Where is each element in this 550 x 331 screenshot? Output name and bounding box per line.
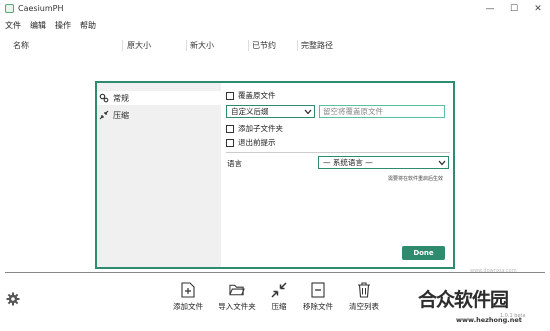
settings-general-panel: 覆盖原文件 自定义后缀 留空将覆盖原文件 添加子文件夹 退出前提示 语言 — 系… <box>226 87 452 263</box>
window-controls: — ☐ ✕ <box>478 0 550 17</box>
sidebar-item-label: 常规 <box>113 93 129 103</box>
divider <box>226 152 450 153</box>
col-separator <box>122 40 123 51</box>
suffix-select-value: 自定义后缀 <box>231 107 269 116</box>
subfolders-option[interactable]: 添加子文件夹 <box>226 123 283 134</box>
subfolders-checkbox[interactable] <box>226 124 234 133</box>
suffix-select[interactable]: 自定义后缀 <box>226 105 315 118</box>
maximize-button[interactable]: ☐ <box>502 0 526 17</box>
clear-list-button[interactable]: 清空列表 <box>344 281 384 312</box>
trash-icon <box>356 281 372 299</box>
overwrite-option[interactable]: 覆盖原文件 <box>226 90 276 101</box>
title-bar: CaesiumPH — ☐ ✕ <box>0 0 550 17</box>
menu-help[interactable]: 帮助 <box>80 20 96 31</box>
col-full-path[interactable]: 完整路径 <box>301 40 333 51</box>
language-select-value: — 系统语言 — <box>323 158 373 167</box>
version-label: 1.0.1 beta <box>500 313 526 319</box>
settings-sidebar: 常规 压缩 <box>97 83 221 267</box>
col-name[interactable]: 名称 <box>13 40 29 51</box>
gears-icon <box>99 93 109 103</box>
file-list-header: 名称 原大小 新大小 已节约 完整路径 <box>0 38 550 54</box>
overwrite-checkbox[interactable] <box>226 91 234 100</box>
language-note: 需要将在软件重启后生效 <box>388 176 444 182</box>
import-folder-label: 导入文件夹 <box>218 302 256 311</box>
col-separator <box>297 40 298 51</box>
menu-file[interactable]: 文件 <box>5 20 21 31</box>
suffix-input[interactable]: 留空将覆盖原文件 <box>319 105 445 118</box>
overwrite-label: 覆盖原文件 <box>238 91 276 100</box>
subfolders-label: 添加子文件夹 <box>238 124 283 133</box>
watermark-logo: 合众软件园 <box>418 289 509 311</box>
add-file-label: 添加文件 <box>173 302 203 311</box>
import-folder-icon <box>229 281 245 299</box>
sidebar-item-compress[interactable]: 压缩 <box>97 108 221 122</box>
menu-bar: 文件 编辑 操作 帮助 <box>0 18 100 32</box>
language-select[interactable]: — 系统语言 — <box>318 156 449 169</box>
import-folder-button[interactable]: 导入文件夹 <box>217 281 257 312</box>
add-file-button[interactable]: 添加文件 <box>168 281 208 312</box>
remove-file-label: 移除文件 <box>303 302 333 311</box>
compress-button[interactable]: 压缩 <box>259 281 299 312</box>
settings-gear-icon[interactable] <box>6 292 20 306</box>
col-original-size[interactable]: 原大小 <box>127 40 151 51</box>
compress-label: 压缩 <box>271 302 287 311</box>
col-separator <box>186 40 187 51</box>
compress-icon <box>271 281 287 299</box>
done-button[interactable]: Done <box>402 246 445 260</box>
exit-prompt-checkbox[interactable] <box>226 138 234 147</box>
window-title: CaesiumPH <box>18 4 64 13</box>
chevron-down-icon <box>302 109 314 115</box>
menu-action[interactable]: 操作 <box>55 20 71 31</box>
watermark-faint-url: www.downxia.com <box>470 268 517 274</box>
col-saved[interactable]: 已节约 <box>252 40 276 51</box>
close-button[interactable]: ✕ <box>526 0 550 17</box>
exit-prompt-label: 退出前提示 <box>238 138 276 147</box>
watermark: 合众软件园 www.hezhong.net <box>418 282 548 328</box>
minimize-button[interactable]: — <box>478 0 502 17</box>
app-icon <box>5 4 14 13</box>
menu-edit[interactable]: 编辑 <box>30 20 46 31</box>
bottom-divider <box>5 272 545 273</box>
clear-list-label: 清空列表 <box>349 302 379 311</box>
sidebar-item-general[interactable]: 常规 <box>97 91 221 105</box>
col-separator <box>248 40 249 51</box>
language-label: 语言 <box>227 159 242 168</box>
remove-file-icon <box>310 281 326 299</box>
compress-icon <box>99 110 109 120</box>
exit-prompt-option[interactable]: 退出前提示 <box>226 137 276 148</box>
sidebar-item-label: 压缩 <box>113 110 129 120</box>
chevron-down-icon <box>436 160 448 166</box>
remove-file-button[interactable]: 移除文件 <box>298 281 338 312</box>
settings-dialog: 常规 压缩 覆盖原文件 自定义后缀 留空将覆盖原文件 添加子文件夹 退出前提示 <box>95 81 455 269</box>
add-file-icon <box>180 281 196 299</box>
col-new-size[interactable]: 新大小 <box>190 40 214 51</box>
